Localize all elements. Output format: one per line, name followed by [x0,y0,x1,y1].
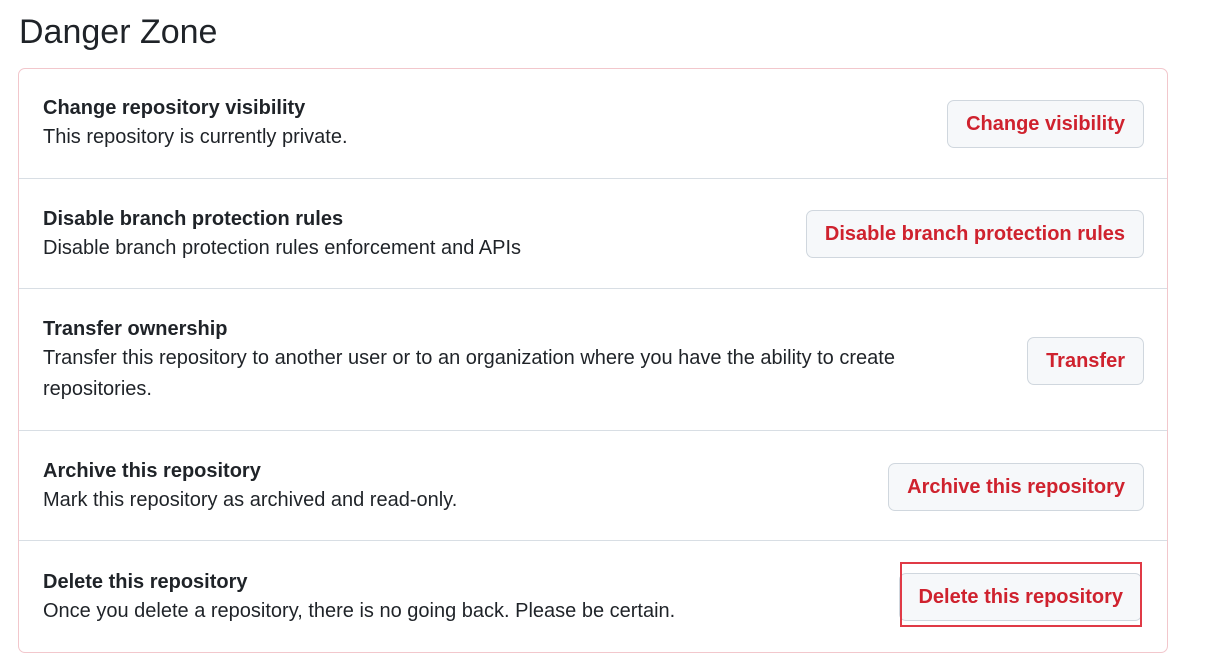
transfer-ownership-text: Transfer ownership Transfer this reposit… [43,315,963,405]
delete-repository-button[interactable]: Delete this repository [899,573,1142,621]
archive-repository-row: Archive this repository Mark this reposi… [19,431,1167,541]
delete-repository-text: Delete this repository Once you delete a… [43,568,963,627]
disable-branch-protection-button[interactable]: Disable branch protection rules [805,210,1144,258]
archive-repository-text: Archive this repository Mark this reposi… [43,457,963,516]
delete-repository-description: Once you delete a repository, there is n… [43,600,676,622]
change-visibility-title: Change repository visibility [43,97,306,119]
transfer-ownership-row: Transfer ownership Transfer this reposit… [19,289,1167,431]
transfer-button[interactable]: Transfer [1027,337,1144,385]
delete-repository-title: Delete this repository [43,571,248,593]
delete-repository-row: Delete this repository Once you delete a… [19,541,1167,652]
transfer-ownership-title: Transfer ownership [43,318,228,340]
page-title: Danger Zone [19,13,218,51]
change-visibility-description: This repository is currently private. [43,126,348,148]
archive-repository-title: Archive this repository [43,460,261,482]
archive-repository-button[interactable]: Archive this repository [888,463,1144,511]
transfer-ownership-description: Transfer this repository to another user… [43,347,895,400]
archive-repository-description: Mark this repository as archived and rea… [43,489,458,511]
disable-branch-protection-row: Disable branch protection rules Disable … [19,179,1167,289]
change-visibility-row: Change repository visibility This reposi… [19,69,1167,179]
change-visibility-button[interactable]: Change visibility [947,100,1144,148]
change-visibility-text: Change repository visibility This reposi… [43,94,963,153]
danger-zone-box: Change repository visibility This reposi… [18,68,1168,653]
